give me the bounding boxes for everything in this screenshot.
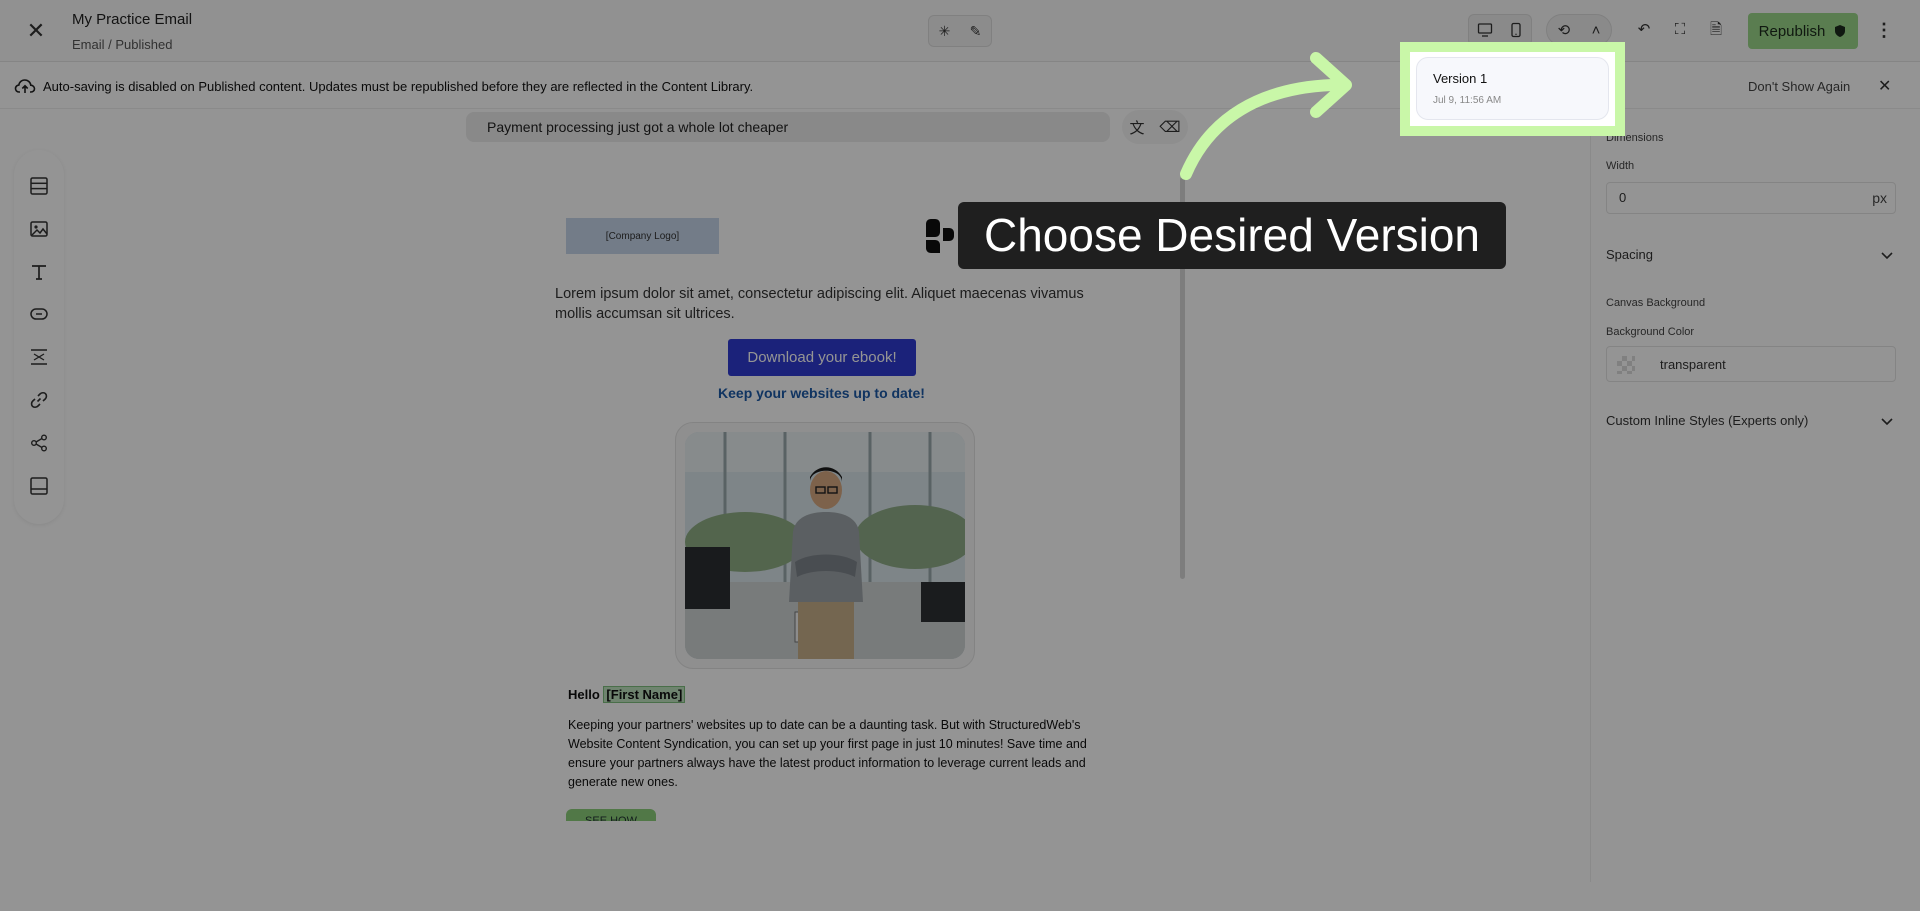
link-icon[interactable] — [29, 390, 49, 410]
download-ebook-button[interactable]: Download your ebook! — [728, 339, 916, 376]
hero-image-frame[interactable] — [675, 422, 975, 669]
close-icon[interactable]: ✕ — [24, 19, 48, 43]
document-title: My Practice Email — [72, 11, 193, 28]
version-1-item[interactable]: Version 1 Jul 9, 11:56 AM — [1416, 57, 1609, 120]
background-color-label: Background Color — [1606, 326, 1695, 338]
document-breadcrumb: Email / Published — [72, 37, 173, 52]
close-icon[interactable]: ✕ — [1878, 76, 1891, 96]
greeting-line[interactable]: Hello [First Name] — [568, 686, 686, 703]
subject-line-field[interactable]: Payment processing just got a whole lot … — [466, 112, 1110, 142]
keep-websites-link[interactable]: Keep your websites up to date! — [600, 385, 1043, 401]
top-bar: ✕ My Practice Email Email / Published ✳ … — [0, 0, 1920, 62]
see-how-button-clip: SEE HOW — [566, 809, 656, 821]
image-icon[interactable] — [29, 219, 49, 239]
save-file-icon[interactable]: 🗎 — [1704, 18, 1728, 42]
version-name: Version 1 — [1433, 71, 1488, 86]
pointer-arrow-icon — [1180, 52, 1352, 180]
width-input[interactable]: 0 px — [1606, 182, 1896, 214]
block-toolbar — [14, 150, 64, 524]
hero-photo — [685, 432, 965, 659]
chevron-down-icon[interactable] — [1879, 413, 1895, 429]
width-unit: px — [1872, 190, 1887, 206]
canvas-background-label: Canvas Background — [1606, 297, 1706, 309]
see-how-button[interactable]: SEE HOW — [566, 809, 656, 821]
mobile-icon[interactable] — [1508, 22, 1524, 38]
brand-logo-icon — [926, 219, 954, 253]
dont-show-again-link[interactable]: Don't Show Again — [1748, 79, 1850, 94]
first-name-merge-tag[interactable]: [First Name] — [603, 686, 686, 703]
company-logo-placeholder[interactable]: [Company Logo] — [566, 218, 719, 254]
history-icon: ⟲ — [1557, 22, 1571, 39]
sparkle-icon[interactable]: ✳ — [939, 23, 951, 40]
width-value: 0 — [1619, 190, 1627, 205]
chevron-down-icon[interactable] — [1879, 247, 1895, 263]
more-options-icon[interactable]: ⋮ — [1872, 17, 1896, 43]
intro-paragraph[interactable]: Lorem ipsum dolor sit amet, consectetur … — [555, 284, 1095, 324]
body-paragraph[interactable]: Keeping your partners' websites up to da… — [568, 716, 1088, 792]
desktop-icon[interactable] — [1477, 22, 1493, 38]
undo-icon[interactable]: ↶ — [1632, 18, 1656, 42]
custom-styles-section-header[interactable]: Custom Inline Styles (Experts only) — [1606, 413, 1808, 428]
footer-block-icon[interactable] — [29, 476, 49, 496]
background-color-input[interactable]: transparent — [1606, 346, 1896, 382]
text-icon[interactable] — [29, 262, 49, 282]
button-block-icon[interactable] — [29, 304, 49, 324]
translate-icon[interactable]: 文 — [1129, 117, 1144, 138]
chevron-up-icon: ˄ — [1591, 21, 1601, 39]
autosave-info-bar: Auto-saving is disabled on Published con… — [0, 63, 1920, 109]
fullscreen-icon[interactable]: ⛶ — [1668, 18, 1692, 42]
shield-icon — [1835, 25, 1846, 37]
greeting-text: Hello — [568, 687, 600, 702]
republish-label: Republish — [1758, 22, 1826, 40]
settings-panel: Dimensions Width 0 px Spacing Canvas Bac… — [1590, 110, 1908, 882]
republish-button[interactable]: Republish — [1748, 13, 1858, 49]
autosave-message: Auto-saving is disabled on Published con… — [43, 79, 754, 94]
background-color-value: transparent — [1660, 357, 1726, 372]
spacing-section-header[interactable]: Spacing — [1606, 247, 1653, 262]
layout-rows-icon[interactable] — [29, 176, 49, 196]
social-share-icon[interactable] — [29, 433, 49, 453]
edit-mode-toggle: ✳ ✎ — [928, 15, 992, 47]
width-label: Width — [1606, 160, 1635, 172]
tutorial-callout: Choose Desired Version — [958, 202, 1506, 269]
cloud-upload-icon — [14, 79, 36, 93]
version-date: Jul 9, 11:56 AM — [1433, 95, 1502, 106]
spacer-icon[interactable] — [29, 347, 49, 367]
color-swatch[interactable] — [1617, 356, 1635, 374]
pencil-icon[interactable]: ✎ — [970, 23, 982, 40]
